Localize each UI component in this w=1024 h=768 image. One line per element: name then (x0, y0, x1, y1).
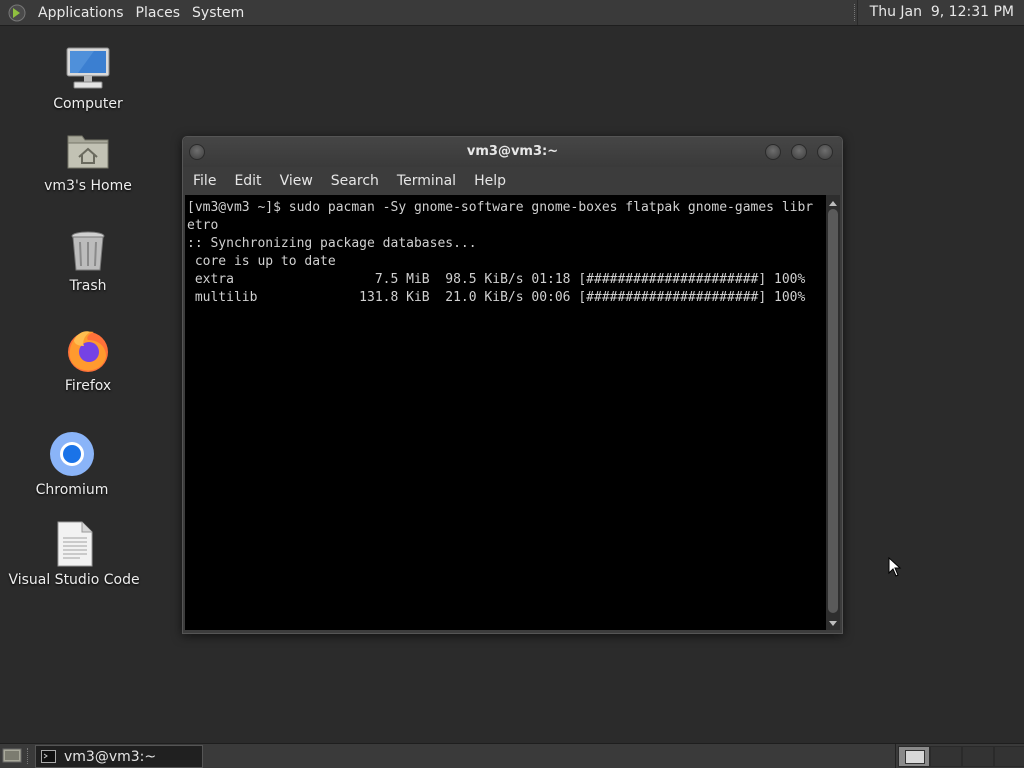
show-desktop-icon[interactable] (2, 747, 22, 764)
panel-grip (27, 748, 30, 764)
home-folder-icon (67, 135, 109, 169)
firefox-icon (68, 331, 108, 372)
distro-logo-icon[interactable] (8, 4, 26, 22)
system-menu[interactable]: System (186, 5, 250, 21)
clock[interactable]: Thu Jan 9, 12:31 PM (853, 0, 1024, 25)
panel-grip (853, 4, 857, 21)
terminal-window[interactable]: vm3@vm3:~ File Edit View Search Terminal… (182, 136, 843, 634)
window-title: vm3@vm3:~ (466, 144, 559, 159)
mouse-pointer-icon (888, 557, 902, 577)
scroll-thumb[interactable] (828, 209, 838, 613)
terminal-menubar: File Edit View Search Terminal Help (183, 169, 842, 193)
taskbar-button-label: vm3@vm3:~ (64, 748, 157, 765)
workspace-window-thumbnail (905, 750, 925, 764)
desktop-icon-label: Trash (69, 278, 107, 294)
desktop-icon-computer[interactable]: Computer (48, 44, 128, 112)
desktop-icon-label: Firefox (64, 378, 112, 394)
scroll-down-arrow-icon[interactable] (829, 621, 837, 626)
scroll-up-arrow-icon[interactable] (829, 201, 837, 206)
menu-help[interactable]: Help (465, 173, 515, 189)
terminal-output-area[interactable]: [vm3@vm3 ~]$ sudo pacman -Sy gnome-softw… (185, 195, 826, 630)
window-titlebar[interactable]: vm3@vm3:~ (183, 137, 842, 167)
menu-search[interactable]: Search (322, 173, 388, 189)
places-menu[interactable]: Places (130, 5, 187, 21)
desktop-icon-trash[interactable]: Trash (48, 226, 128, 294)
taskbar-button-terminal[interactable]: vm3@vm3:~ (35, 745, 203, 768)
terminal-output: [vm3@vm3 ~]$ sudo pacman -Sy gnome-softw… (187, 200, 814, 305)
menu-view[interactable]: View (271, 173, 322, 189)
close-button[interactable] (817, 144, 833, 160)
terminal-icon (41, 750, 56, 763)
desktop-icon-home[interactable]: vm3's Home (44, 126, 132, 194)
document-icon (57, 521, 93, 567)
top-panel: Applications Places System Thu Jan 9, 12… (0, 0, 1024, 26)
menu-file[interactable]: File (183, 173, 225, 189)
workspace-4[interactable] (994, 746, 1024, 767)
desktop-icon-vscode[interactable]: Visual Studio Code (8, 520, 140, 588)
clock-text: Thu Jan 9, 12:31 PM (869, 4, 1014, 20)
desktop-icon-label: vm3's Home (44, 178, 132, 194)
desktop-icon-label: Chromium (35, 482, 109, 498)
desktop-icon-label: Computer (53, 96, 123, 112)
menu-edit[interactable]: Edit (225, 173, 270, 189)
applications-menu[interactable]: Applications (32, 5, 130, 21)
maximize-button[interactable] (791, 144, 807, 160)
chromium-icon (50, 432, 94, 476)
menu-terminal[interactable]: Terminal (388, 173, 465, 189)
workspace-1[interactable] (898, 746, 930, 767)
desktop-icon-firefox[interactable]: Firefox (48, 326, 128, 394)
terminal-scrollbar[interactable] (826, 195, 840, 630)
desktop-icon-chromium[interactable]: Chromium (32, 430, 112, 498)
workspace-2[interactable] (930, 746, 962, 767)
computer-icon (66, 47, 110, 89)
bottom-panel: vm3@vm3:~ (0, 743, 1024, 768)
workspace-3[interactable] (962, 746, 994, 767)
minimize-button[interactable] (765, 144, 781, 160)
trash-icon (71, 231, 105, 271)
desktop-icon-label: Visual Studio Code (8, 572, 140, 588)
workspace-switcher (895, 744, 1024, 768)
